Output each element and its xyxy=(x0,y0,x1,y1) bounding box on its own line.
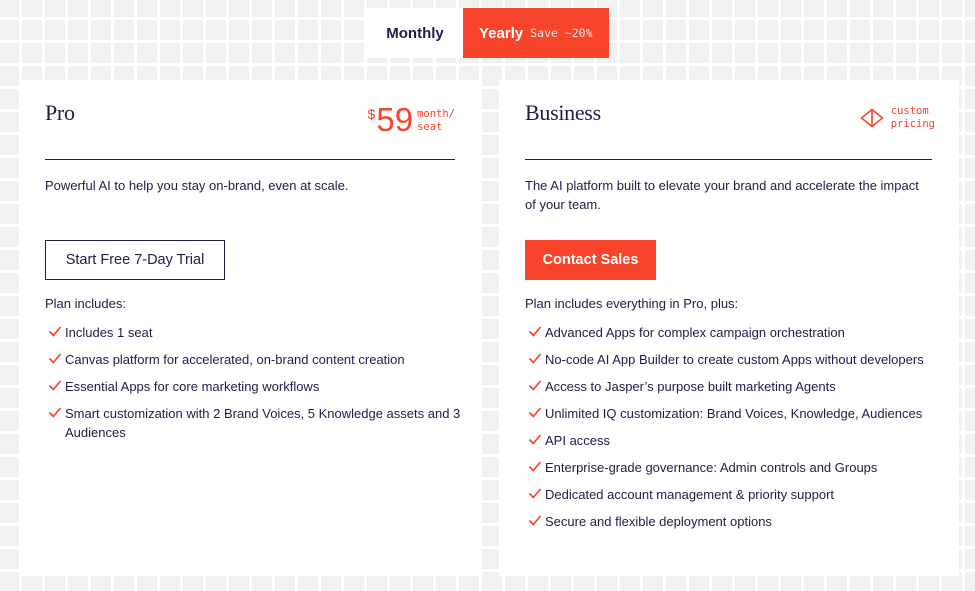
feature-text: Enterprise-grade governance: Admin contr… xyxy=(545,460,878,475)
custom-pricing-line1: custom xyxy=(890,105,929,117)
check-icon xyxy=(528,461,542,472)
feature-text: Access to Jasper’s purpose built marketi… xyxy=(545,379,836,394)
feature-text: Secure and flexible deployment options xyxy=(545,514,772,529)
price-unit: month/ seat xyxy=(417,108,455,134)
pricing-card-business: Business custom pricing The AI platform … xyxy=(499,80,959,576)
feature-item: Unlimited IQ customization: Brand Voices… xyxy=(525,404,939,423)
price-unit-line2: seat xyxy=(417,121,443,133)
monthly-toggle-button[interactable]: Monthly xyxy=(367,8,463,58)
contact-sales-button[interactable]: Contact Sales xyxy=(525,240,656,280)
price-display: $ 59 month/ seat xyxy=(367,101,455,138)
feature-item: No-code AI App Builder to create custom … xyxy=(525,350,939,369)
plan-title: Business xyxy=(525,100,601,125)
check-icon xyxy=(48,407,62,418)
feature-item: Dedicated account management & priority … xyxy=(525,485,939,504)
pricing-card-pro: Pro $ 59 month/ seat Powerful AI to help… xyxy=(19,80,482,576)
feature-item: Secure and flexible deployment options xyxy=(525,512,939,531)
plan-description: Powerful AI to help you stay on-brand, e… xyxy=(45,178,349,193)
diamond-icon xyxy=(859,108,884,128)
feature-item: Enterprise-grade governance: Admin contr… xyxy=(525,458,939,477)
feature-list: Advanced Apps for complex campaign orche… xyxy=(525,323,939,539)
card-divider xyxy=(45,159,455,160)
plan-includes-title: Plan includes: xyxy=(45,296,126,311)
plan-title: Pro xyxy=(45,100,75,125)
check-icon xyxy=(48,380,62,391)
price-currency: $ xyxy=(367,106,376,122)
custom-pricing: custom pricing xyxy=(859,105,935,131)
feature-text: Canvas platform for accelerated, on-bran… xyxy=(65,352,405,367)
feature-item: Includes 1 seat xyxy=(45,323,462,342)
card-divider xyxy=(525,159,932,160)
yearly-label: Yearly xyxy=(479,24,524,42)
yearly-toggle-button[interactable]: Yearly Save ~20% xyxy=(463,8,609,58)
plan-includes-title: Plan includes everything in Pro, plus: xyxy=(525,296,739,311)
feature-text: Advanced Apps for complex campaign orche… xyxy=(545,325,845,340)
feature-text: API access xyxy=(545,433,611,448)
check-icon xyxy=(528,407,542,418)
check-icon xyxy=(528,515,542,526)
check-icon xyxy=(48,353,62,364)
billing-toggle: Monthly Yearly Save ~20% xyxy=(367,8,609,58)
start-free-trial-button[interactable]: Start Free 7-Day Trial xyxy=(45,240,225,280)
feature-text: Dedicated account management & priority … xyxy=(545,487,835,502)
feature-item: Canvas platform for accelerated, on-bran… xyxy=(45,350,462,369)
feature-item: Essential Apps for core marketing workfl… xyxy=(45,377,462,396)
feature-text: Smart customization with 2 Brand Voices,… xyxy=(65,406,461,440)
check-icon xyxy=(528,434,542,445)
check-icon xyxy=(528,488,542,499)
check-icon xyxy=(48,326,62,337)
price-unit-line1: month/ xyxy=(417,108,455,120)
yearly-save-badge: Save ~20% xyxy=(530,26,593,40)
monthly-label: Monthly xyxy=(386,24,444,42)
feature-item: API access xyxy=(525,431,939,450)
check-icon xyxy=(528,353,542,364)
custom-pricing-text: custom pricing xyxy=(891,105,935,131)
feature-text: Unlimited IQ customization: Brand Voices… xyxy=(545,406,923,421)
check-icon xyxy=(528,326,542,337)
check-icon xyxy=(528,380,542,391)
feature-item: Smart customization with 2 Brand Voices,… xyxy=(45,404,462,442)
feature-text: No-code AI App Builder to create custom … xyxy=(545,352,924,367)
feature-text: Essential Apps for core marketing workfl… xyxy=(65,379,320,394)
feature-item: Access to Jasper’s purpose built marketi… xyxy=(525,377,939,396)
price-amount: 59 xyxy=(376,101,414,138)
feature-item: Advanced Apps for complex campaign orche… xyxy=(525,323,939,342)
feature-list: Includes 1 seat Canvas platform for acce… xyxy=(45,323,462,450)
feature-text: Includes 1 seat xyxy=(65,325,153,340)
custom-pricing-line2: pricing xyxy=(890,118,935,130)
plan-description: The AI platform built to elevate your br… xyxy=(525,178,919,212)
